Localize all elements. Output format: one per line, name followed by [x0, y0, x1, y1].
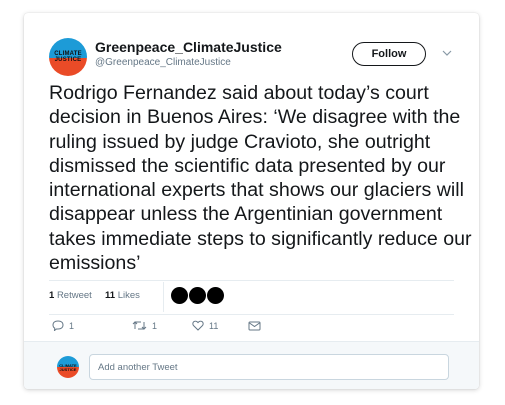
avatar[interactable]: CLIMATE JUSTICE [49, 38, 87, 76]
tweet-text: Rodrigo Fernandez said about today’s cou… [49, 82, 472, 275]
likes-stat[interactable]: 11 Likes [105, 290, 140, 301]
heart-icon [192, 320, 204, 331]
tweet-actions: 1 1 11 [49, 318, 454, 338]
liker-avatar[interactable] [171, 287, 188, 304]
likes-count: 11 [105, 290, 116, 301]
reply-avatar-logo-text: CLIMATE JUSTICE [59, 363, 77, 372]
follow-button[interactable]: Follow [352, 42, 426, 66]
reply-bar: CLIMATE JUSTICE [24, 341, 479, 389]
liker-avatar[interactable] [189, 287, 206, 304]
avatar-logo-text: CLIMATE JUSTICE [54, 51, 82, 63]
tweet-header: CLIMATE JUSTICE Greenpeace_ClimateJustic… [49, 38, 459, 78]
divider [49, 314, 454, 315]
like-action[interactable]: 11 [192, 320, 218, 331]
retweet-action-count: 1 [152, 320, 158, 331]
reply-icon [52, 320, 64, 331]
retweet-label: Retweet [56, 290, 92, 301]
tweet-stats: 1 Retweet 11 Likes [49, 280, 454, 314]
reply-avatar: CLIMATE JUSTICE [57, 356, 79, 378]
tweet-card: CLIMATE JUSTICE Greenpeace_ClimateJustic… [24, 13, 479, 389]
reply-input[interactable] [89, 354, 449, 380]
envelope-icon [248, 321, 261, 331]
retweet-count: 1 [49, 290, 55, 301]
reply-action[interactable]: 1 [52, 320, 74, 331]
display-name[interactable]: Greenpeace_ClimateJustice [95, 39, 282, 55]
stats-separator [163, 282, 164, 312]
reply-count: 1 [69, 320, 75, 331]
user-handle[interactable]: @Greenpeace_ClimateJustice [95, 57, 231, 68]
chevron-down-icon[interactable] [442, 48, 452, 58]
like-action-count: 11 [209, 320, 219, 331]
retweet-icon [132, 321, 147, 330]
liker-avatar[interactable] [207, 287, 224, 304]
likes-label: Likes [117, 290, 140, 301]
retweet-action[interactable]: 1 [132, 320, 157, 331]
dm-action[interactable] [248, 320, 261, 331]
retweet-stat[interactable]: 1 Retweet [49, 290, 92, 301]
